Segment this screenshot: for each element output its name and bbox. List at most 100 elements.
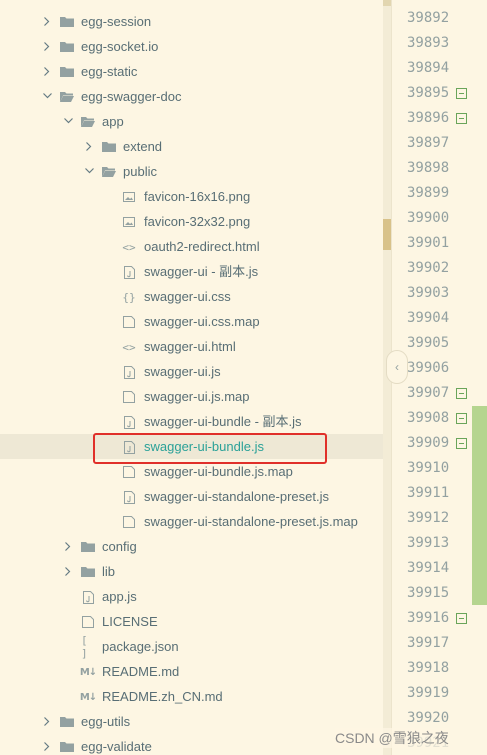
line-number: 39907 xyxy=(407,385,450,401)
tree-file-row[interactable]: {} swagger-ui.css xyxy=(0,284,383,309)
line-number: 39894 xyxy=(407,60,450,76)
chevron-right-icon[interactable] xyxy=(62,565,74,577)
chevron-right-icon[interactable] xyxy=(83,140,95,152)
tree-folder-row[interactable]: egg-utils xyxy=(0,709,383,734)
line-number: 39905 xyxy=(407,335,450,351)
tree-folder-row[interactable]: config xyxy=(0,534,383,559)
tree-item-label: swagger-ui-standalone-preset.js.map xyxy=(144,514,358,529)
tree-item-label: LICENSE xyxy=(102,614,158,629)
chevron-right-icon[interactable] xyxy=(41,15,53,27)
tree-folder-row[interactable]: egg-session xyxy=(0,9,383,34)
folder-icon xyxy=(60,65,74,79)
tree-folder-row[interactable]: public xyxy=(0,159,383,184)
tree-file-row[interactable]: app.js xyxy=(0,584,383,609)
tree-item-label: public xyxy=(123,164,157,179)
chevron-right-icon[interactable] xyxy=(41,740,53,752)
folder-icon xyxy=(60,15,74,29)
tree-folder-row[interactable]: lib xyxy=(0,559,383,584)
tree-file-row[interactable]: swagger-ui.js xyxy=(0,359,383,384)
line-number: 39914 xyxy=(407,560,450,576)
line-number: 39912 xyxy=(407,510,450,526)
generic-file-icon xyxy=(122,390,136,404)
highlight-annotation-box xyxy=(93,433,327,464)
fold-toggle-icon[interactable] xyxy=(456,388,467,399)
tree-item-label: app.js xyxy=(102,589,137,604)
folder-icon xyxy=(81,565,95,579)
tree-folder-row[interactable]: app xyxy=(0,109,383,134)
folder-icon xyxy=(60,740,74,754)
folder-icon xyxy=(102,140,116,154)
chevron-right-icon[interactable] xyxy=(41,40,53,52)
line-number: 39898 xyxy=(407,160,450,176)
fold-toggle-icon[interactable] xyxy=(456,88,467,99)
folder-icon xyxy=(60,90,74,104)
tree-item-label: egg-swagger-doc xyxy=(81,89,182,104)
tree-file-row[interactable]: swagger-ui.js.map xyxy=(0,384,383,409)
tree-item-label: swagger-ui.css xyxy=(144,289,231,304)
line-number: 39892 xyxy=(407,10,450,26)
chevron-right-icon[interactable] xyxy=(41,715,53,727)
tree-folder-row[interactable]: egg-validate xyxy=(0,734,383,755)
line-number: 39900 xyxy=(407,210,450,226)
markdown-file-icon: M↓ xyxy=(79,691,97,703)
tree-file-row[interactable]: M↓ README.md xyxy=(0,659,383,684)
tree-item-label: favicon-16x16.png xyxy=(144,189,251,204)
line-number: 39902 xyxy=(407,260,450,276)
line-number: 39904 xyxy=(407,310,450,326)
collapse-sidebar-handle[interactable]: ‹ xyxy=(386,350,408,384)
tree-scrollbar-thumb[interactable] xyxy=(383,219,391,250)
tree-folder-row[interactable]: egg-static xyxy=(0,59,383,84)
chevron-down-icon[interactable] xyxy=(41,90,53,102)
chevron-left-icon: ‹ xyxy=(395,360,399,374)
tree-folder-row[interactable]: extend xyxy=(0,134,383,159)
tree-item-label: swagger-ui-standalone-preset.js xyxy=(144,489,329,504)
tree-file-row[interactable]: LICENSE xyxy=(0,609,383,634)
tree-item-label: package.json xyxy=(102,639,179,654)
folder-icon xyxy=(81,115,95,129)
line-number: 39903 xyxy=(407,285,450,301)
image-file-icon xyxy=(122,215,136,229)
line-number: 39919 xyxy=(407,685,450,701)
tree-file-row[interactable]: <> swagger-ui.html xyxy=(0,334,383,359)
js-file-icon xyxy=(122,490,136,504)
chevron-down-icon[interactable] xyxy=(62,115,74,127)
tree-file-row[interactable]: favicon-32x32.png xyxy=(0,209,383,234)
line-number: 39913 xyxy=(407,535,450,551)
html-file-icon: <> xyxy=(122,340,136,354)
folder-icon xyxy=(60,715,74,729)
line-number: 39917 xyxy=(407,635,450,651)
fold-toggle-icon[interactable] xyxy=(456,113,467,124)
tree-file-row[interactable]: swagger-ui.css.map xyxy=(0,309,383,334)
generic-file-icon xyxy=(122,465,136,479)
fold-toggle-icon[interactable] xyxy=(456,613,467,624)
chevron-right-icon[interactable] xyxy=(41,65,53,77)
tree-file-row[interactable]: [ ] package.json xyxy=(0,634,383,660)
chevron-down-icon[interactable] xyxy=(83,165,95,177)
tree-folder-row[interactable]: egg-swagger-doc xyxy=(0,84,383,109)
markdown-file-icon: M↓ xyxy=(79,666,97,678)
line-number: 39893 xyxy=(407,35,450,51)
generic-file-icon xyxy=(122,515,136,529)
change-marker-bar xyxy=(472,406,487,605)
tree-item-label: oauth2-redirect.html xyxy=(144,239,260,254)
fold-toggle-icon[interactable] xyxy=(456,438,467,449)
tree-file-row[interactable]: swagger-ui-bundle - 副本.js xyxy=(0,409,383,434)
tree-item-label: egg-session xyxy=(81,14,152,29)
line-number: 39910 xyxy=(407,460,450,476)
tree-item-label: egg-validate xyxy=(81,739,152,754)
watermark: CSDN @雪狼之夜 xyxy=(335,728,449,748)
tree-file-row[interactable]: favicon-16x16.png xyxy=(0,184,383,209)
chevron-right-icon[interactable] xyxy=(62,540,74,552)
tree-file-row[interactable]: M↓ README.zh_CN.md xyxy=(0,684,383,709)
tree-item-label: README.zh_CN.md xyxy=(102,689,223,704)
tree-file-row[interactable]: <> oauth2-redirect.html xyxy=(0,234,383,259)
fold-toggle-icon[interactable] xyxy=(456,413,467,424)
tree-folder-row[interactable]: egg-socket.io xyxy=(0,34,383,59)
file-tree: egg-session egg-socket.io egg-static egg-sw… xyxy=(0,0,383,755)
tree-file-row[interactable]: swagger-ui-standalone-preset.js.map xyxy=(0,509,383,534)
tree-file-row[interactable]: swagger-ui-standalone-preset.js xyxy=(0,484,383,509)
line-number: 39908 xyxy=(407,410,450,426)
folder-icon xyxy=(102,165,116,179)
tree-file-row[interactable]: swagger-ui - 副本.js xyxy=(0,259,383,284)
line-number: 39896 xyxy=(407,110,450,126)
